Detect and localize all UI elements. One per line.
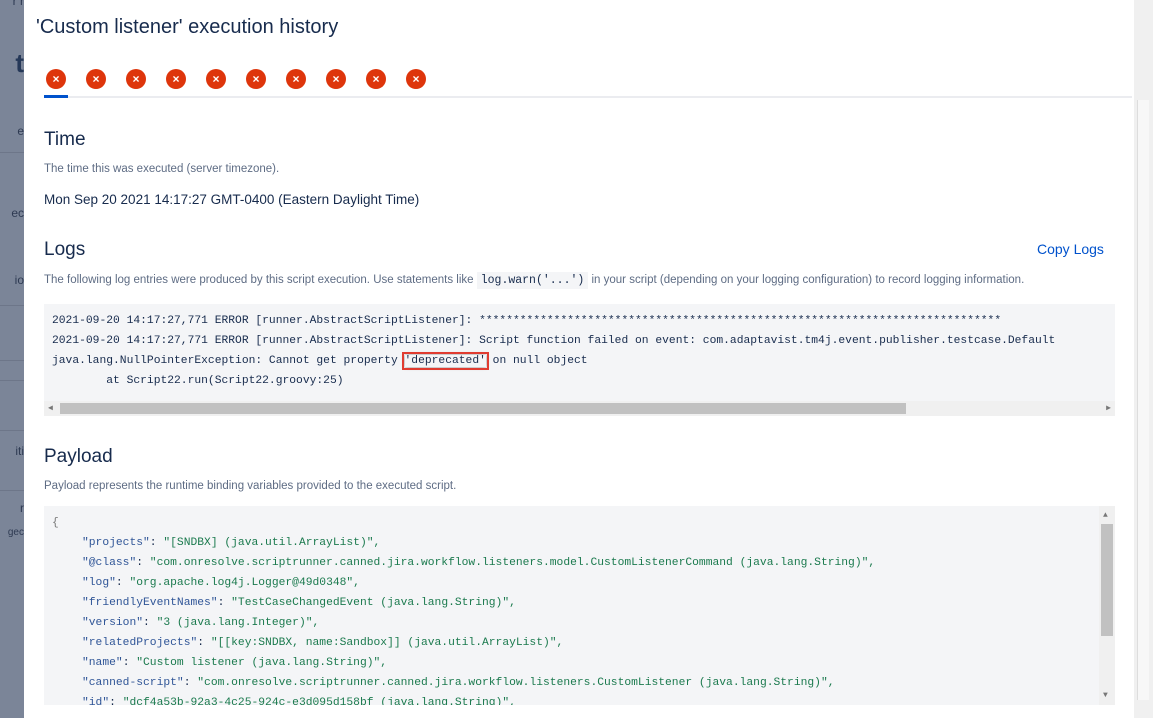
modal-title: 'Custom listener' execution history (36, 16, 339, 38)
error-icon: × (246, 69, 266, 89)
log-line: java.lang.NullPointerException: Cannot g… (52, 352, 588, 370)
backdrop-text: e (17, 124, 24, 138)
error-icon: × (46, 69, 66, 89)
error-icon: × (206, 69, 226, 89)
execution-history-modal: 'Custom listener' execution history × × × ×… (24, 0, 1134, 718)
execution-tab-8[interactable]: × (324, 67, 348, 91)
payload-key: "relatedProjects" (82, 637, 198, 649)
scroll-up-icon[interactable]: ▲ (1103, 508, 1108, 523)
execution-tab-10[interactable]: × (404, 67, 428, 91)
execution-tabs: × × × × × × × × × × (44, 66, 1132, 98)
payload-entry: "canned-script": "com.onresolve.scriptru… (82, 677, 835, 689)
backdrop-text: ec (11, 206, 24, 220)
payload-value: "com.onresolve.scriptrunner.canned.jira.… (149, 557, 876, 569)
execution-tab-1[interactable]: × (44, 67, 68, 98)
payload-heading: Payload (44, 446, 113, 467)
error-icon: × (406, 69, 426, 89)
execution-tab-7[interactable]: × (284, 67, 308, 91)
error-icon: × (286, 69, 306, 89)
payload-value: "org.apache.log4j.Logger@49d0348", (129, 577, 360, 589)
payload-output: { "projects": "[SNDBX] (java.util.ArrayL… (44, 506, 1115, 705)
time-value: Mon Sep 20 2021 14:17:27 GMT-0400 (Easte… (44, 192, 420, 207)
logs-heading: Logs (44, 239, 86, 260)
payload-description: Payload represents the runtime binding v… (44, 480, 457, 492)
error-icon: × (166, 69, 186, 89)
payload-entry: "version": "3 (java.lang.Integer)", (82, 617, 320, 629)
scroll-left-icon[interactable]: ◀ (48, 401, 53, 416)
payload-key: "log" (82, 577, 116, 589)
payload-value: "[SNDBX] (java.util.ArrayList)", (163, 537, 381, 549)
payload-vertical-scrollbar[interactable]: ▲ ▼ (1099, 506, 1115, 705)
logs-output: 2021-09-20 14:17:27,771 ERROR [runner.Ab… (44, 304, 1115, 416)
payload-key: "friendlyEventNames" (82, 597, 218, 609)
logs-desc-text: in your script (depending on your loggin… (591, 274, 1025, 286)
log-line: 2021-09-20 14:17:27,771 ERROR [runner.Ab… (52, 335, 1056, 347)
backdrop-text: iti (15, 444, 24, 458)
payload-value: "com.onresolve.scriptrunner.canned.jira.… (197, 677, 835, 689)
backdrop-text: t (15, 48, 24, 78)
payload-key: "version" (82, 617, 144, 629)
payload-entry: "name": "Custom listener (java.lang.Stri… (82, 657, 388, 669)
scroll-right-icon[interactable]: ▶ (1106, 401, 1111, 416)
log-line: 2021-09-20 14:17:27,771 ERROR [runner.Ab… (52, 315, 1002, 327)
error-icon: × (86, 69, 106, 89)
payload-value: "3 (java.lang.Integer)", (156, 617, 320, 629)
logs-desc-code: log.warn('...') (476, 272, 589, 289)
payload-key: "id" (82, 697, 110, 705)
execution-tab-3[interactable]: × (124, 67, 148, 91)
payload-value: "dcf4a53b-92a3-4c25-924c-e3d095d158bf (j… (122, 697, 516, 705)
logs-desc-text: The following log entries were produced … (44, 274, 474, 286)
payload-key: "name" (82, 657, 123, 669)
execution-tab-9[interactable]: × (364, 67, 388, 91)
payload-entry: "friendlyEventNames": "TestCaseChangedEv… (82, 597, 516, 609)
open-brace: { (52, 517, 59, 529)
highlighted-property: 'deprecated' (401, 352, 489, 370)
payload-value: "TestCaseChangedEvent (java.lang.String)… (231, 597, 516, 609)
payload-value: "Custom listener (java.lang.String)", (136, 657, 388, 669)
payload-entry: "id": "dcf4a53b-92a3-4c25-924c-e3d095d15… (82, 693, 516, 705)
backdrop-text: gec (7, 527, 24, 538)
logs-horizontal-scrollbar[interactable]: ◀ ▶ (44, 401, 1115, 416)
page-backdrop: r r t e ec io iti r gec (0, 0, 24, 718)
scroll-down-icon[interactable]: ▼ (1103, 688, 1108, 703)
execution-tab-4[interactable]: × (164, 67, 188, 91)
page-scrollbar[interactable] (1133, 0, 1153, 718)
error-icon: × (366, 69, 386, 89)
time-description: The time this was executed (server timez… (44, 163, 280, 175)
execution-tab-2[interactable]: × (84, 67, 108, 91)
time-heading: Time (44, 129, 86, 150)
logs-description: The following log entries were produced … (44, 272, 1025, 289)
backdrop-text: r r (12, 0, 24, 8)
payload-entry: "projects": "[SNDBX] (java.util.ArrayLis… (82, 537, 381, 549)
copy-logs-button[interactable]: Copy Logs (1037, 241, 1104, 257)
backdrop-text: io (14, 273, 24, 287)
payload-value: "[[key:SNDBX, name:Sandbox]] (java.util.… (210, 637, 564, 649)
payload-key: "canned-script" (82, 677, 184, 689)
error-icon: × (326, 69, 346, 89)
payload-key: "projects" (82, 537, 150, 549)
payload-entry: "log": "org.apache.log4j.Logger@49d0348"… (82, 577, 360, 589)
payload-entry: "relatedProjects": "[[key:SNDBX, name:Sa… (82, 637, 564, 649)
payload-key: "@class" (82, 557, 137, 569)
log-line: at Script22.run(Script22.groovy:25) (52, 375, 344, 387)
payload-entry: "@class": "com.onresolve.scriptrunner.ca… (82, 557, 876, 569)
execution-tab-6[interactable]: × (244, 67, 268, 91)
error-icon: × (126, 69, 146, 89)
execution-tab-5[interactable]: × (204, 67, 228, 91)
